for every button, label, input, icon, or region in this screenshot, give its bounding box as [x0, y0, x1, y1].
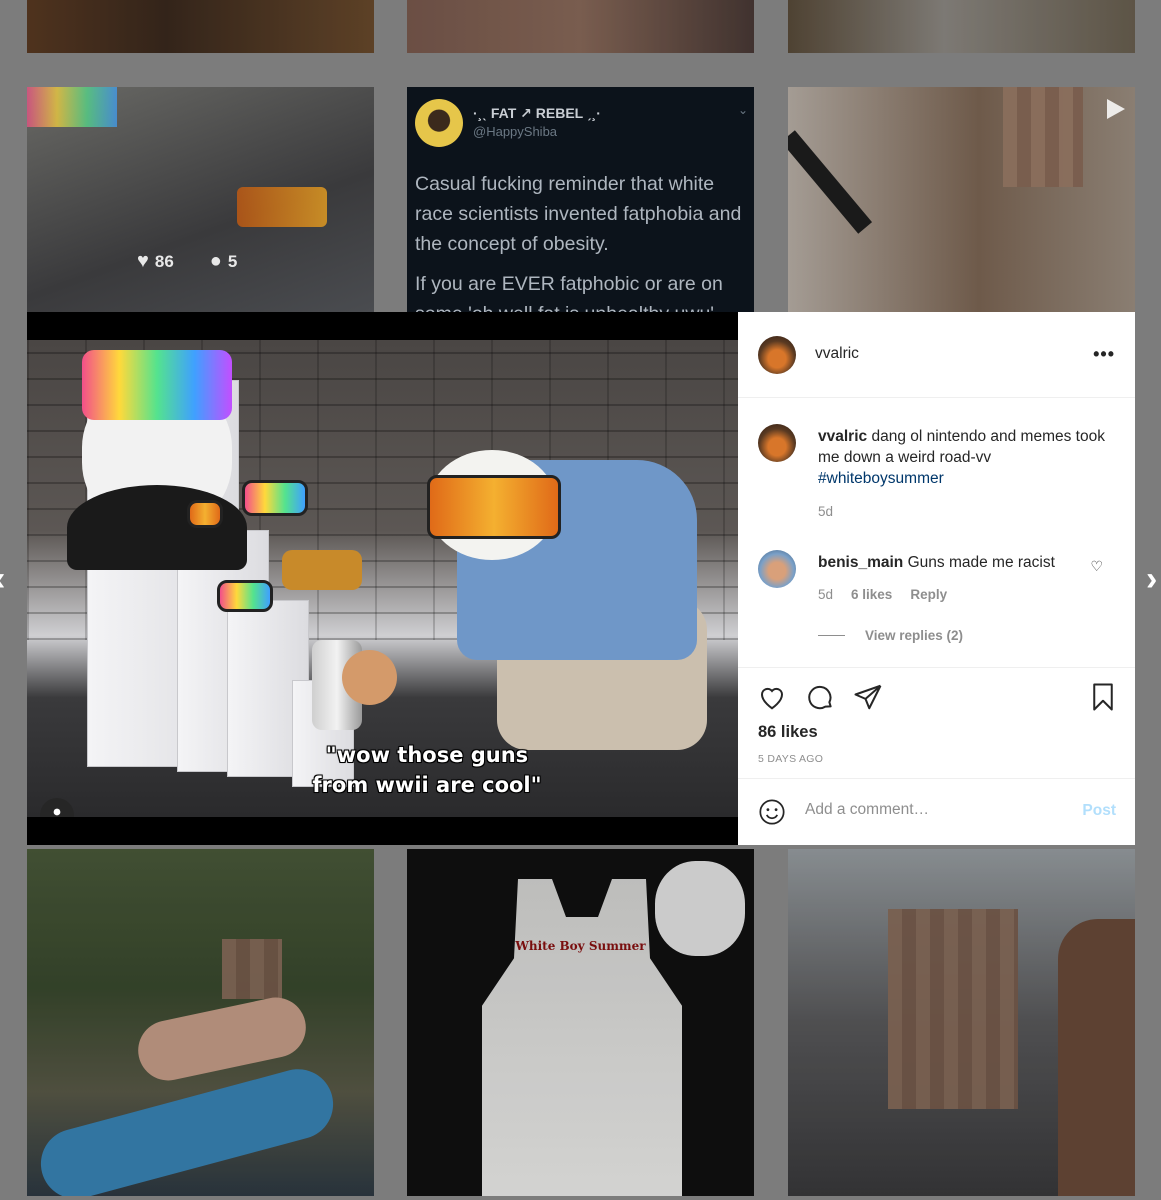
post-image: "wow those guns from wwii are cool": [27, 340, 739, 817]
overlay: [788, 849, 1135, 1196]
guitar-image: [788, 130, 873, 234]
goggles-image: [27, 87, 117, 127]
comment-likes-link[interactable]: 6 likes: [851, 587, 892, 602]
avatar[interactable]: [758, 424, 796, 462]
save-button[interactable]: [1088, 682, 1118, 717]
overlay: [27, 849, 374, 1196]
comment-input[interactable]: [805, 801, 1065, 819]
tweet-body: Casual fucking reminder that white race …: [415, 169, 745, 312]
soldier-head: [342, 650, 397, 705]
comment-timestamp: 5d: [818, 587, 834, 602]
overlay: [27, 0, 374, 53]
chevron-down-icon: ⌄: [737, 103, 748, 117]
goggles: [82, 350, 232, 420]
like-button[interactable]: [757, 682, 787, 717]
comment-text: benis_main Guns made me racist: [818, 552, 1088, 573]
goggles-image: [237, 187, 327, 227]
goggles: [217, 580, 273, 612]
goggles: [427, 475, 561, 539]
comment-button[interactable]: [805, 682, 835, 717]
comment-icon: ●: [209, 250, 222, 272]
post-header: vvalric •••: [738, 312, 1135, 398]
comment-meta: 5d 6 likes Reply: [818, 587, 947, 602]
emoji-icon[interactable]: [758, 798, 786, 826]
post-stats: ♥ 86 ● 5: [137, 250, 237, 273]
tagged-users-button[interactable]: [40, 798, 74, 817]
view-replies-label: View replies (2): [865, 628, 964, 643]
post-timestamp: 5 DAYS AGO: [758, 753, 824, 765]
post-actions: 86 likes 5 DAYS AGO: [738, 667, 1135, 779]
grid-post-tile[interactable]: ♥ 86 ● 5: [27, 87, 374, 312]
caption-timestamp: 5d: [818, 504, 834, 519]
doge-image: [282, 550, 362, 590]
grid-post-tile[interactable]: [27, 849, 374, 1196]
bookmark-icon: [1093, 683, 1113, 711]
caption-username[interactable]: vvalric: [818, 428, 867, 445]
hashtag-link[interactable]: #whiteboysummer: [818, 470, 944, 487]
send-icon: [854, 684, 882, 710]
meme-caption: "wow those guns from wwii are cool": [312, 743, 542, 797]
divider: [818, 635, 845, 636]
avatar[interactable]: [758, 550, 796, 588]
user-icon: [53, 808, 61, 816]
goggles: [242, 480, 308, 516]
comments-section: vvalric dang ol nintendo and memes took …: [738, 398, 1135, 666]
comment-username[interactable]: benis_main: [818, 554, 903, 571]
balaclava: [67, 485, 247, 570]
video-play-icon: [1107, 99, 1125, 119]
overlay: [407, 849, 754, 1196]
pixelated-face: [1003, 87, 1083, 187]
more-options-icon[interactable]: •••: [1093, 344, 1115, 365]
action-icons: [757, 682, 883, 717]
tweet-display-name: ·¸ˎ FAT ↗ REBEL ˏ¸·: [473, 105, 601, 121]
like-count: 86: [154, 252, 174, 271]
grid-post-tile[interactable]: [788, 0, 1135, 53]
view-replies-button[interactable]: View replies (2): [818, 628, 963, 643]
caption-text: vvalric dang ol nintendo and memes took …: [818, 426, 1108, 489]
goggles: [187, 500, 223, 528]
grid-post-tile[interactable]: ·¸ˎ FAT ↗ REBEL ˏ¸· @HappyShiba ⌄ Casual…: [407, 87, 754, 312]
post-author-username[interactable]: vvalric: [815, 345, 859, 363]
post-comment-button[interactable]: Post: [1082, 802, 1116, 820]
overlay: [407, 0, 754, 53]
next-post-button[interactable]: ›: [1146, 562, 1157, 596]
comment-body: Guns made me racist: [907, 554, 1055, 571]
share-button[interactable]: [853, 682, 883, 717]
post-media[interactable]: "wow those guns from wwii are cool": [27, 312, 739, 845]
comment-count: 5: [227, 252, 238, 271]
likes-count[interactable]: 86 likes: [758, 723, 818, 742]
tweet-handle: @HappyShiba: [473, 124, 558, 139]
comment-like-heart-icon[interactable]: ♡: [1090, 558, 1103, 575]
tweet-paragraph: Casual fucking reminder that white race …: [415, 173, 742, 255]
grid-post-tile[interactable]: [788, 849, 1135, 1196]
add-comment-bar: Post: [738, 778, 1135, 846]
grid-post-tile[interactable]: [407, 0, 754, 53]
tweet-paragraph: If you are EVER fatphobic or are on some…: [415, 273, 723, 312]
avatar[interactable]: [758, 336, 796, 374]
previous-post-button[interactable]: ‹: [0, 562, 5, 596]
grid-post-tile[interactable]: White Boy Summer: [407, 849, 754, 1196]
tweet-avatar: [415, 99, 463, 147]
grid-post-tile[interactable]: [788, 87, 1135, 312]
overlay: [788, 0, 1135, 53]
post-panel: vvalric ••• vvalric dang ol nintendo and…: [738, 312, 1135, 845]
grid-post-tile[interactable]: [27, 0, 374, 53]
heart-icon: ♥: [137, 250, 149, 272]
heart-icon: [760, 687, 784, 710]
reply-button[interactable]: Reply: [910, 587, 947, 602]
comment-icon: [808, 685, 832, 710]
